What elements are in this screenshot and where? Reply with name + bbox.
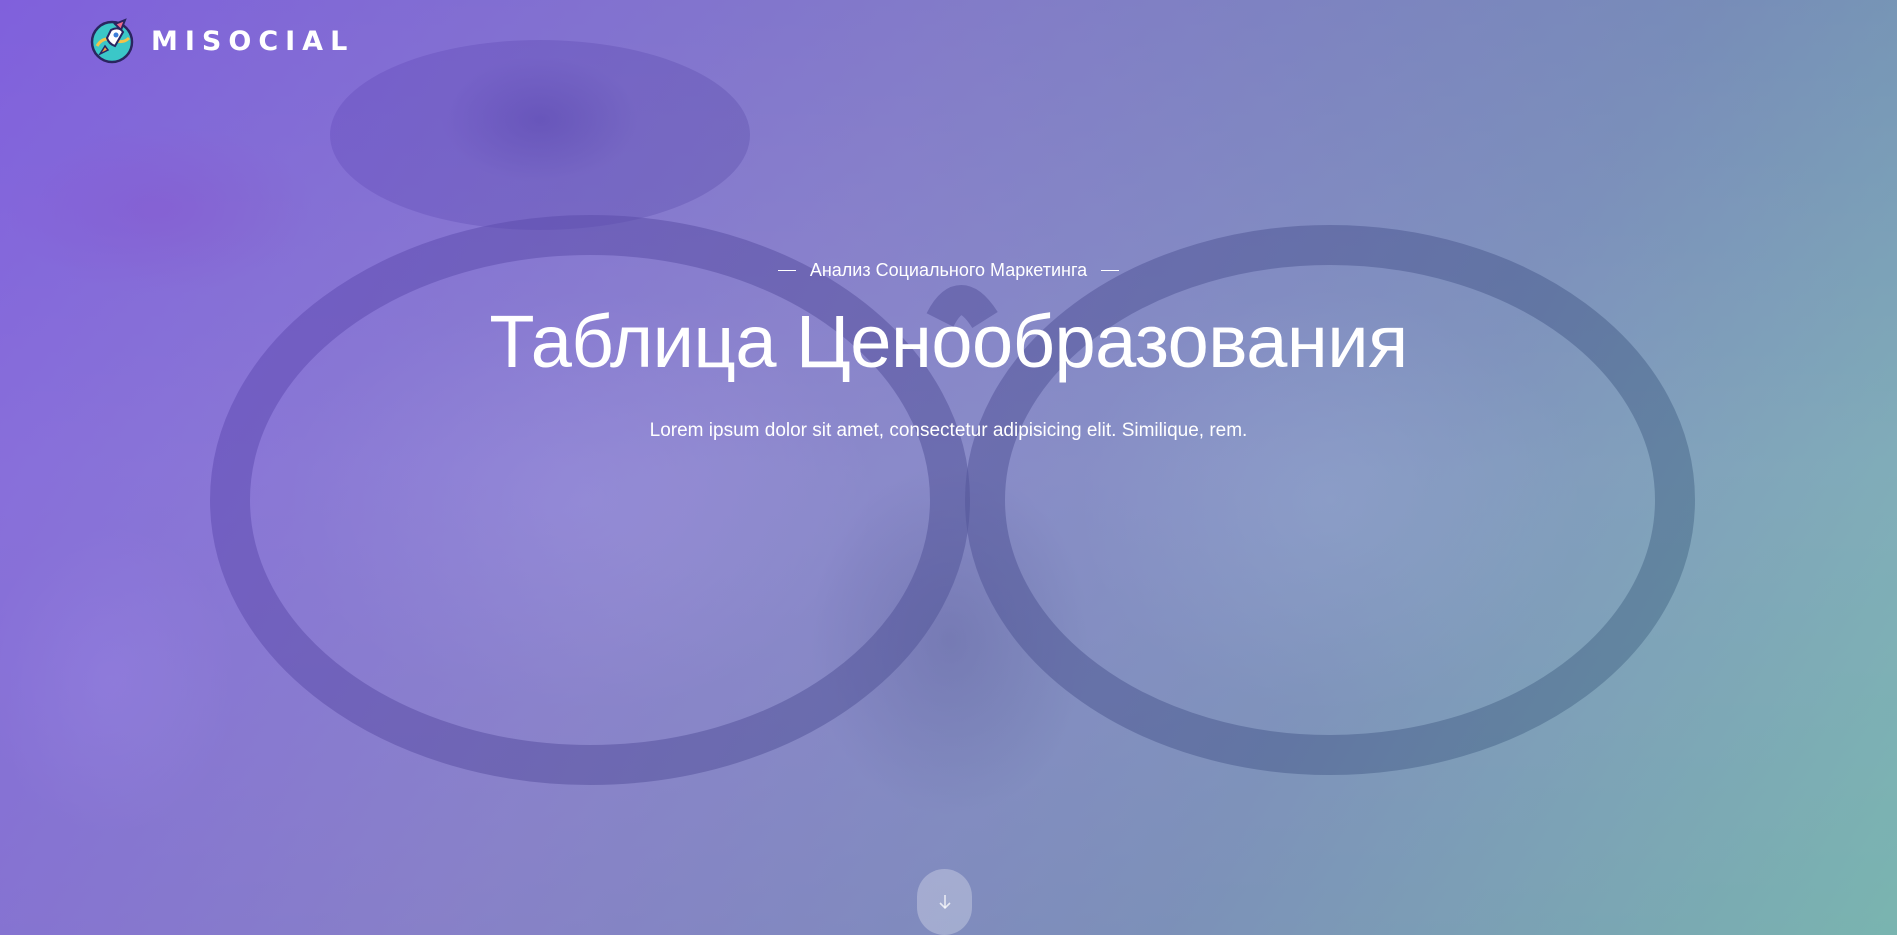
eyebrow-text: Анализ Социального Маркетинга bbox=[809, 260, 1088, 280]
hero-subtitle: Lorem ipsum dolor sit amet, consectetur … bbox=[649, 420, 1248, 442]
site-header: MISOCIAL bbox=[87, 16, 354, 66]
hero-content: Анализ Социального Маркетинга Таблица Це… bbox=[0, 258, 1897, 442]
page-title: Таблица Ценообразования bbox=[489, 300, 1408, 383]
gradient-overlay bbox=[0, 0, 1897, 935]
hero-section: MISOCIAL Анализ Социального Маркетинга Т… bbox=[0, 0, 1897, 935]
eyebrow-dash-left bbox=[777, 270, 796, 271]
brand-name[interactable]: MISOCIAL bbox=[151, 26, 354, 57]
eyebrow-dash-right bbox=[1101, 270, 1120, 271]
rocket-planet-icon[interactable] bbox=[87, 16, 137, 66]
scroll-down-button[interactable] bbox=[917, 869, 972, 935]
hero-eyebrow: Анализ Социального Маркетинга bbox=[777, 260, 1120, 281]
arrow-down-icon bbox=[938, 895, 951, 910]
